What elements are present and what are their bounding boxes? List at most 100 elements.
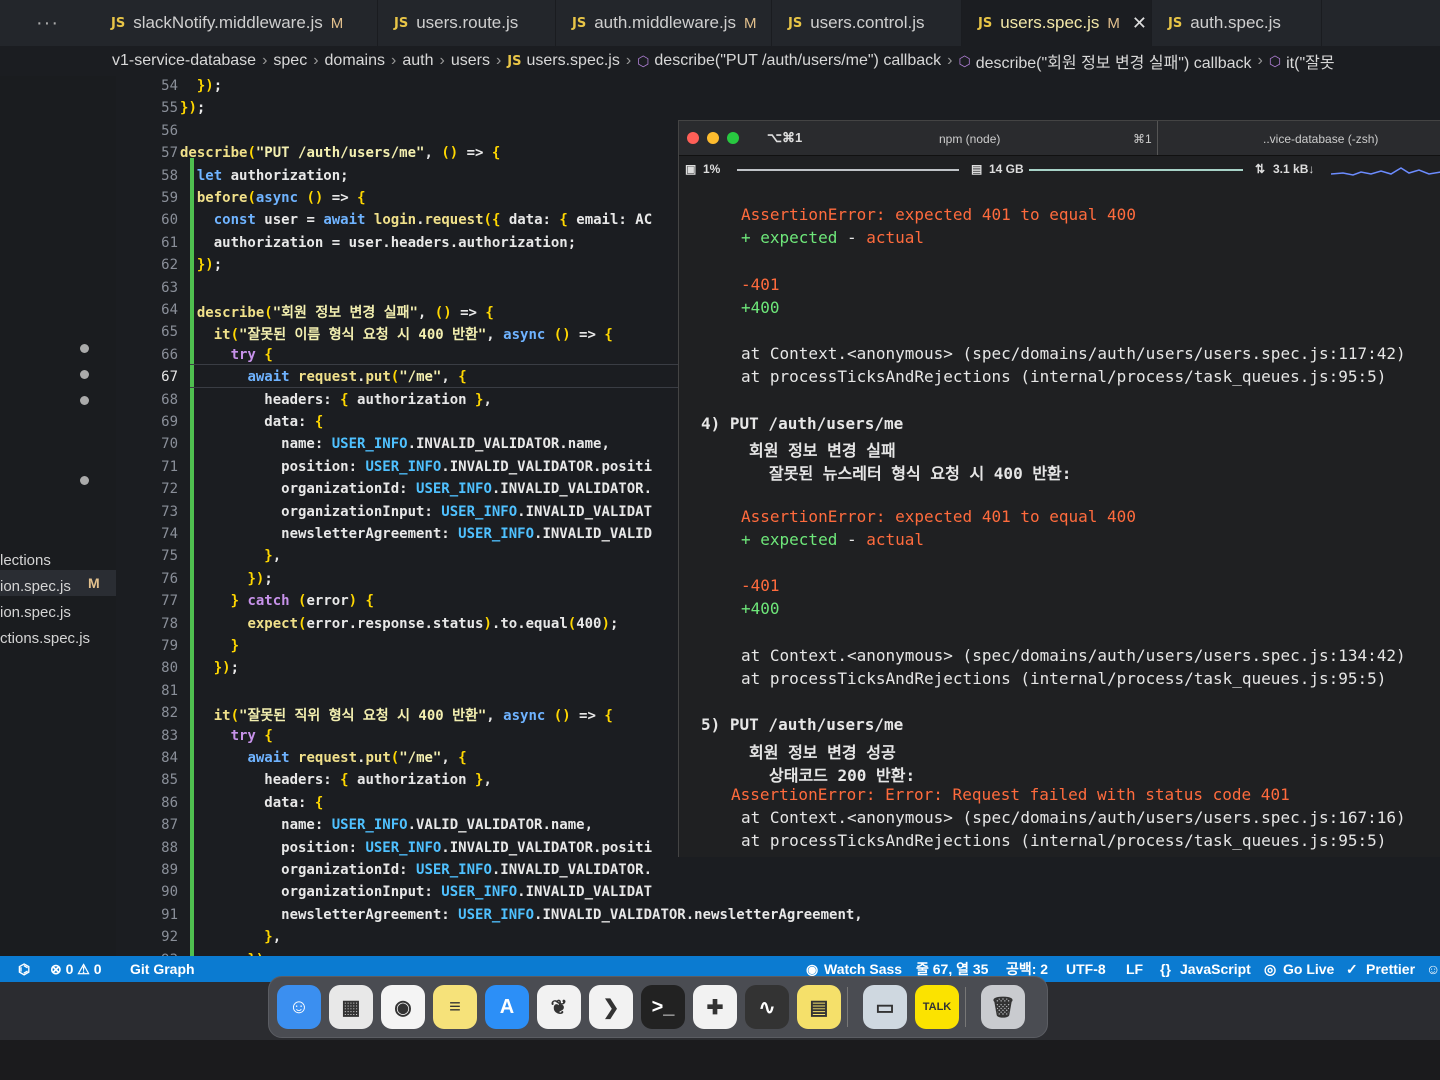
code-line[interactable]: });: [180, 660, 239, 676]
code-line[interactable]: },: [180, 548, 281, 564]
trash-icon[interactable]: 🗑: [981, 985, 1025, 1029]
remote-icon[interactable]: ⌬: [18, 961, 30, 978]
code-line[interactable]: let authorization;: [180, 168, 349, 184]
code-line[interactable]: await request.put("/me", {: [180, 750, 466, 766]
separator: -: [837, 228, 867, 248]
account-icon[interactable]: ☺: [1426, 961, 1440, 977]
activity-monitor-icon[interactable]: ∿: [745, 985, 789, 1029]
breadcrumb-item[interactable]: v1-service-database: [112, 52, 256, 70]
problems-indicator[interactable]: ⊗ 0 ⚠ 0: [50, 961, 102, 978]
terminal-tab-npm[interactable]: npm (node): [939, 132, 1000, 146]
breadcrumb-item[interactable]: auth: [402, 52, 433, 70]
code-line[interactable]: authorization = user.headers.authorizati…: [180, 235, 576, 251]
code-line[interactable]: describe("회원 정보 변경 실패", () => {: [180, 302, 494, 322]
tab-auth-spec-js[interactable]: JS auth.spec.js: [1152, 0, 1322, 46]
breadcrumb-item[interactable]: JS users.spec.js: [507, 52, 620, 70]
code-line[interactable]: headers: { authorization },: [180, 772, 492, 788]
breadcrumb-item[interactable]: spec: [273, 52, 307, 70]
line-number: 68: [161, 391, 178, 408]
terminal-tab-zsh[interactable]: ..vice-database (-zsh): [1263, 132, 1378, 146]
go-live-button[interactable]: Go Live: [1283, 961, 1334, 977]
prettier-button[interactable]: Prettier: [1366, 961, 1415, 977]
encoding[interactable]: UTF-8: [1066, 961, 1106, 977]
code-line[interactable]: newsletterAgreement: USER_INFO.INVALID_V…: [180, 907, 863, 923]
close-window-button[interactable]: [687, 132, 699, 144]
line-number: 56: [161, 122, 178, 139]
code-line[interactable]: });: [180, 100, 205, 116]
chrome-icon[interactable]: ◉: [381, 985, 425, 1029]
code-line[interactable]: const user = await login.request({ data:…: [180, 212, 652, 228]
code-line[interactable]: data: {: [180, 795, 323, 811]
notes-icon[interactable]: ≡: [433, 985, 477, 1029]
code-line[interactable]: name: USER_INFO.VALID_VALIDATOR.name,: [180, 817, 593, 833]
explorer-item[interactable]: ion.spec.js: [0, 578, 71, 595]
terminal-line: 상태코드 200 반환:: [769, 765, 916, 785]
code-line[interactable]: }: [180, 638, 239, 654]
code-line[interactable]: await request.put("/me", {: [180, 369, 466, 385]
code-line[interactable]: organizationId: USER_INFO.INVALID_VALIDA…: [180, 862, 652, 878]
tab-slackNotify-middleware-js[interactable]: JS slackNotify.middleware.js M: [95, 0, 378, 46]
terminal-shortcut: ⌥⌘1: [767, 130, 803, 145]
minimize-window-button[interactable]: [707, 132, 719, 144]
code-line[interactable]: headers: { authorization },: [180, 392, 492, 408]
explorer-item[interactable]: lections: [0, 552, 51, 569]
language-mode[interactable]: JavaScript: [1180, 961, 1251, 977]
code-line[interactable]: });: [180, 257, 222, 273]
breadcrumb: v1-service-database › spec › domains › auth › us…: [0, 46, 1440, 76]
git-graph-button[interactable]: Git Graph: [130, 961, 195, 977]
stickies-icon[interactable]: ▤: [797, 985, 841, 1029]
code-line[interactable]: data: {: [180, 414, 323, 430]
tab-users-control-js[interactable]: JS users.control.js: [772, 0, 962, 46]
terminal-window[interactable]: ⌥⌘1 npm (node) ⌘1 ..vice-database (-zsh)…: [678, 120, 1440, 857]
code-line[interactable]: expect(error.response.status).to.equal(4…: [180, 616, 618, 632]
code-line[interactable]: },: [180, 929, 281, 945]
app-store-icon[interactable]: A: [485, 985, 529, 1029]
code-line[interactable]: organizationInput: USER_INFO.INVALID_VAL…: [180, 504, 652, 520]
code-line[interactable]: name: USER_INFO.INVALID_VALIDATOR.name,: [180, 436, 610, 452]
code-line[interactable]: position: USER_INFO.INVALID_VALIDATOR.po…: [180, 459, 652, 475]
terminal-icon[interactable]: >_: [641, 985, 685, 1029]
code-line[interactable]: });: [180, 571, 272, 587]
more-tabs-icon[interactable]: ···: [0, 0, 95, 46]
explorer-item[interactable]: ctions.spec.js: [0, 630, 90, 647]
tab-auth-middleware-js[interactable]: JS auth.middleware.js M: [556, 0, 772, 46]
breadcrumb-item[interactable]: domains: [325, 52, 385, 70]
modified-badge: M: [88, 575, 100, 591]
code-line[interactable]: } catch (error) {: [180, 593, 374, 609]
breadcrumb-label: auth: [402, 52, 434, 69]
breadcrumb-item[interactable]: ⬡ it("잘못: [1269, 49, 1335, 73]
slack-icon[interactable]: ✚: [693, 985, 737, 1029]
code-line[interactable]: it("잘못된 이름 형식 요청 시 400 반환", async () => …: [180, 324, 613, 344]
line-number: 86: [161, 794, 178, 811]
watch-sass-button[interactable]: Watch Sass: [824, 961, 902, 977]
breadcrumb-label: domains: [324, 52, 386, 69]
code-line[interactable]: });: [180, 78, 222, 94]
zoom-window-button[interactable]: [727, 132, 739, 144]
vscode-icon[interactable]: ❯: [589, 985, 633, 1029]
code-line[interactable]: before(async () => {: [180, 190, 366, 206]
end-of-line[interactable]: LF: [1126, 961, 1143, 977]
code-line[interactable]: position: USER_INFO.INVALID_VALIDATOR.po…: [180, 840, 652, 856]
tab-users-spec-js[interactable]: JS users.spec.js M ✕: [962, 0, 1152, 46]
code-line[interactable]: try {: [180, 728, 273, 744]
code-line[interactable]: try {: [180, 347, 273, 363]
code-line[interactable]: organizationId: USER_INFO.INVALID_VALIDA…: [180, 481, 652, 497]
code-line[interactable]: describe("PUT /auth/users/me", () => {: [180, 145, 500, 161]
finder-icon[interactable]: ☺: [277, 985, 321, 1029]
line-number: 87: [161, 817, 178, 834]
breadcrumb-item[interactable]: users: [451, 52, 490, 70]
launchpad-icon[interactable]: ▦: [329, 985, 373, 1029]
breadcrumb-item[interactable]: ⬡ describe("PUT /auth/users/me") callback: [637, 52, 941, 70]
mongodb-icon[interactable]: ❦: [537, 985, 581, 1029]
expected-label: + expected: [741, 228, 838, 248]
preview-icon[interactable]: ▭: [863, 985, 907, 1029]
code-line[interactable]: newsletterAgreement: USER_INFO.INVALID_V…: [180, 526, 652, 542]
breadcrumb-item[interactable]: ⬡ describe("회원 정보 변경 실패") callback: [958, 49, 1251, 73]
tab-users-route-js[interactable]: JS users.route.js: [378, 0, 556, 46]
chevron-right-icon: ›: [391, 52, 397, 69]
kakaotalk-icon[interactable]: TALK: [915, 985, 959, 1029]
explorer-item[interactable]: ion.spec.js: [0, 604, 71, 621]
close-tab-icon[interactable]: ✕: [1132, 13, 1147, 34]
code-line[interactable]: it("잘못된 직위 형식 요청 시 400 반환", async () => …: [180, 705, 613, 725]
code-line[interactable]: organizationInput: USER_INFO.INVALID_VAL…: [180, 884, 652, 900]
